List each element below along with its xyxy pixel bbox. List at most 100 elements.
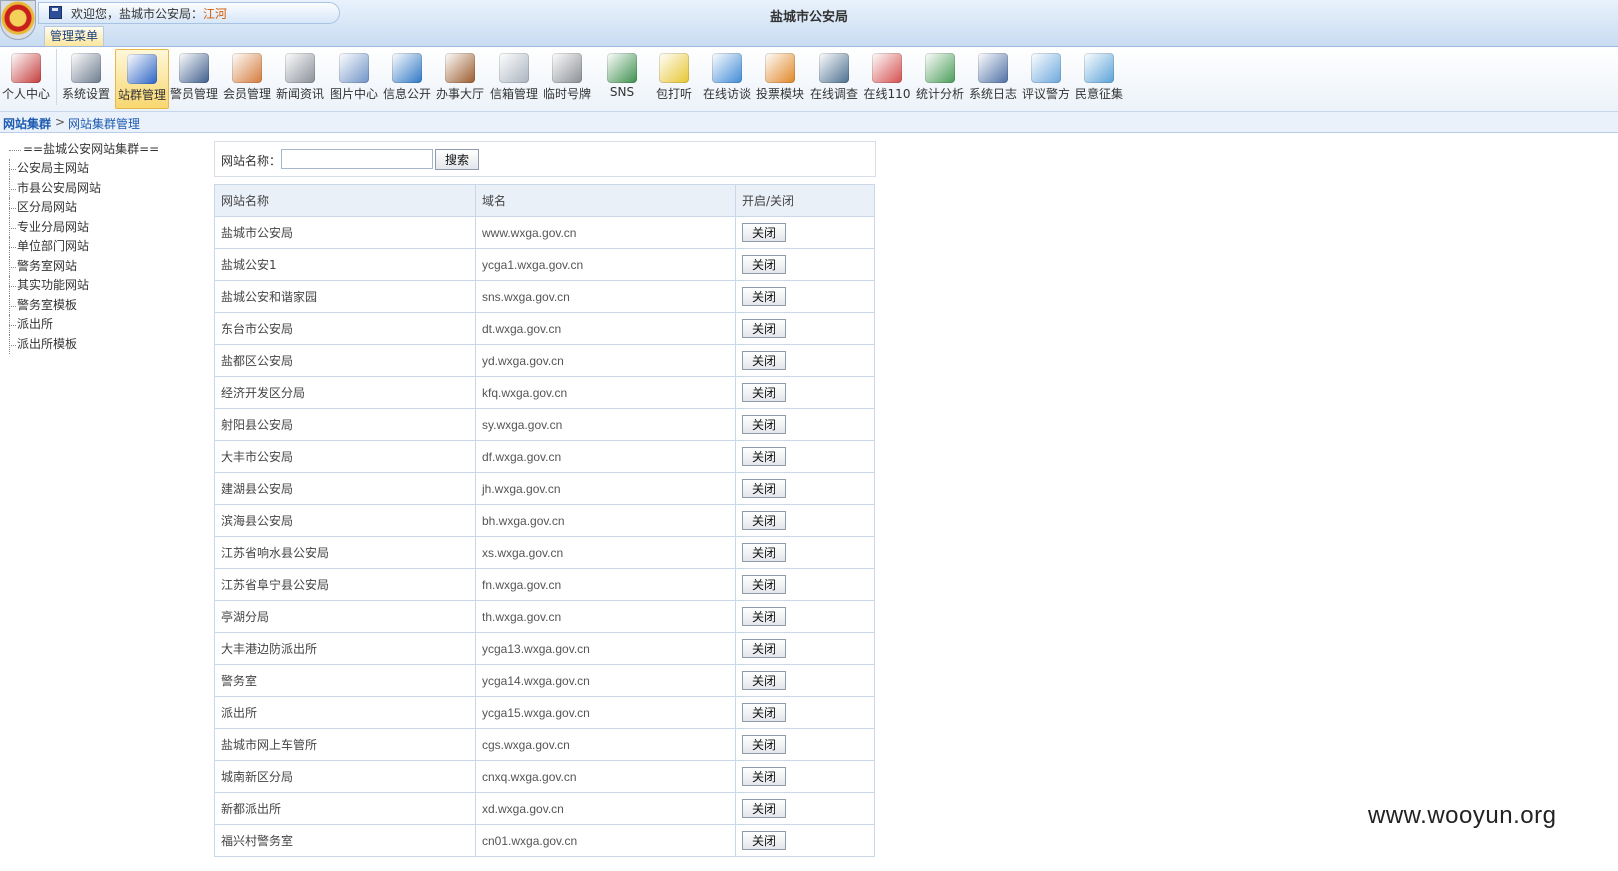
close-site-button[interactable]: 关闭 <box>742 767 786 786</box>
tree-item[interactable]: 市县公安局网站 <box>5 178 195 199</box>
toolbar-item-2[interactable]: 站群管理 <box>115 49 169 109</box>
toolbar-item-12[interactable]: 包打听 <box>648 49 700 107</box>
mail-icon <box>499 53 529 83</box>
close-site-button[interactable]: 关闭 <box>742 287 786 306</box>
close-site-button[interactable]: 关闭 <box>742 255 786 274</box>
domain-cell: ycga15.wxga.gov.cn <box>475 696 736 729</box>
toolbar-item-8[interactable]: 办事大厅 <box>434 49 486 107</box>
close-site-button[interactable]: 关闭 <box>742 639 786 658</box>
tree-item[interactable]: 警务室网站 <box>5 256 195 277</box>
site-name-cell: 城南新区分局 <box>214 760 476 793</box>
toolbar-item-7[interactable]: 信息公开 <box>381 49 433 107</box>
site-name-cell: 经济开发区分局 <box>214 376 476 409</box>
toolbar-item-6[interactable]: 图片中心 <box>328 49 380 107</box>
tree-item[interactable]: 区分局网站 <box>5 198 195 218</box>
review-icon <box>1031 53 1061 83</box>
toolbar-item-10[interactable]: 临时号牌 <box>541 49 593 107</box>
table-row: 经济开发区分局 kfq.wxga.gov.cn 关闭 <box>214 376 875 409</box>
tree-item[interactable]: 单位部门网站 <box>5 237 195 257</box>
domain-cell: ycga1.wxga.gov.cn <box>475 248 736 281</box>
users-icon <box>232 53 262 83</box>
close-site-button[interactable]: 关闭 <box>742 415 786 434</box>
close-site-button[interactable]: 关闭 <box>742 831 786 850</box>
toolbar-item-0[interactable]: 个人中心 <box>0 49 52 107</box>
toolbar-item-1[interactable]: 系统设置 <box>60 49 112 107</box>
close-site-button[interactable]: 关闭 <box>742 703 786 722</box>
toolbar-item-18[interactable]: 系统日志 <box>967 49 1019 107</box>
toggle-cell: 关闭 <box>735 344 875 377</box>
close-site-button[interactable]: 关闭 <box>742 511 786 530</box>
toolbar-item-14[interactable]: 投票模块 <box>754 49 806 107</box>
site-name-input[interactable] <box>281 149 433 169</box>
table-row: 滨海县公安局 bh.wxga.gov.cn 关闭 <box>214 504 875 537</box>
table-row: 城南新区分局 cnxq.wxga.gov.cn 关闭 <box>214 760 875 793</box>
close-site-button[interactable]: 关闭 <box>742 799 786 818</box>
newspaper-icon <box>285 53 315 83</box>
toggle-cell: 关闭 <box>735 216 875 249</box>
domain-cell: www.wxga.gov.cn <box>475 216 736 249</box>
close-site-button[interactable]: 关闭 <box>742 543 786 562</box>
close-site-button[interactable]: 关闭 <box>742 607 786 626</box>
toolbar-item-20[interactable]: 民意征集 <box>1073 49 1125 107</box>
toolbar-label: 信箱管理 <box>489 87 538 101</box>
search-panel: 网站名称： 搜索 <box>214 141 876 177</box>
site-name-cell: 亭湖分局 <box>214 600 476 633</box>
domain-cell: th.wxga.gov.cn <box>475 600 736 633</box>
toggle-cell: 关闭 <box>735 376 875 409</box>
operator-icon <box>872 53 902 83</box>
close-site-button[interactable]: 关闭 <box>742 447 786 466</box>
toggle-cell: 关闭 <box>735 664 875 697</box>
close-site-button[interactable]: 关闭 <box>742 383 786 402</box>
toolbar-label: 统计分析 <box>915 87 964 101</box>
toolbar-item-4[interactable]: 会员管理 <box>221 49 273 107</box>
top-header: 欢迎您，盐城市公安局：江河 盐城市公安局 管理菜单 <box>0 0 1618 47</box>
site-name-cell: 射阳县公安局 <box>214 408 476 441</box>
site-name-cell: 建湖县公安局 <box>214 472 476 505</box>
search-button[interactable]: 搜索 <box>435 149 479 170</box>
toolbar-item-13[interactable]: 在线访谈 <box>701 49 753 107</box>
toolbar-label: 评议警方 <box>1021 87 1070 101</box>
tree-item[interactable]: 派出所 <box>5 315 195 335</box>
site-name-cell: 警务室 <box>214 664 476 697</box>
toggle-cell: 关闭 <box>735 280 875 313</box>
toolbar-item-15[interactable]: 在线调查 <box>808 49 860 107</box>
tree-root[interactable]: ==盐城公安网站集群== <box>5 140 195 159</box>
toolbar-item-11[interactable]: SNS <box>596 49 648 107</box>
close-site-button[interactable]: 关闭 <box>742 223 786 242</box>
toggle-cell: 关闭 <box>735 504 875 537</box>
close-site-button[interactable]: 关闭 <box>742 735 786 754</box>
tree-item[interactable]: 专业分局网站 <box>5 217 195 238</box>
toolbar-label: 临时号牌 <box>542 87 591 101</box>
toolbar-item-5[interactable]: 新闻资讯 <box>274 49 326 107</box>
tree-item[interactable]: 公安局主网站 <box>5 159 195 179</box>
close-site-button[interactable]: 关闭 <box>742 671 786 690</box>
site-name-cell: 滨海县公安局 <box>214 504 476 537</box>
tree-item[interactable]: 警务室模板 <box>5 295 195 316</box>
breadcrumb-current[interactable]: 网站集群管理 <box>68 115 140 132</box>
toolbar-item-3[interactable]: 警员管理 <box>168 49 220 107</box>
close-site-button[interactable]: 关闭 <box>742 479 786 498</box>
toolbar-label: 在线调查 <box>809 87 858 101</box>
site-name-cell: 大丰港边防派出所 <box>214 632 476 665</box>
toolbar-item-17[interactable]: 统计分析 <box>914 49 966 107</box>
breadcrumb-root[interactable]: 网站集群 <box>3 115 51 132</box>
toolbar-label: 图片中心 <box>329 87 378 101</box>
toolbar-item-19[interactable]: 评议警方 <box>1020 49 1072 107</box>
table-row: 盐城公安和谐家园 sns.wxga.gov.cn 关闭 <box>214 280 875 313</box>
toolbar-label: 投票模块 <box>755 87 804 101</box>
app-title: 盐城市公安局 <box>769 10 848 25</box>
tree-item[interactable]: 其实功能网站 <box>5 276 195 296</box>
close-site-button[interactable]: 关闭 <box>742 351 786 370</box>
toggle-cell: 关闭 <box>735 696 875 729</box>
tab-management-menu[interactable]: 管理菜单 <box>44 26 104 46</box>
toggle-cell: 关闭 <box>735 760 875 793</box>
close-site-button[interactable]: 关闭 <box>742 575 786 594</box>
toolbar-item-16[interactable]: 在线110 <box>861 49 913 107</box>
tree-item[interactable]: 派出所模板 <box>5 334 195 355</box>
toolbar-item-9[interactable]: 信箱管理 <box>488 49 540 107</box>
domain-cell: cn01.wxga.gov.cn <box>475 824 736 857</box>
table-row: 警务室 ycga14.wxga.gov.cn 关闭 <box>214 664 875 697</box>
site-table: 网站名称 域名 开启/关闭 盐城市公安局 www.wxga.gov.cn 关闭 盐城公… <box>214 184 875 857</box>
close-site-button[interactable]: 关闭 <box>742 319 786 338</box>
column-header-domain: 域名 <box>475 184 736 217</box>
